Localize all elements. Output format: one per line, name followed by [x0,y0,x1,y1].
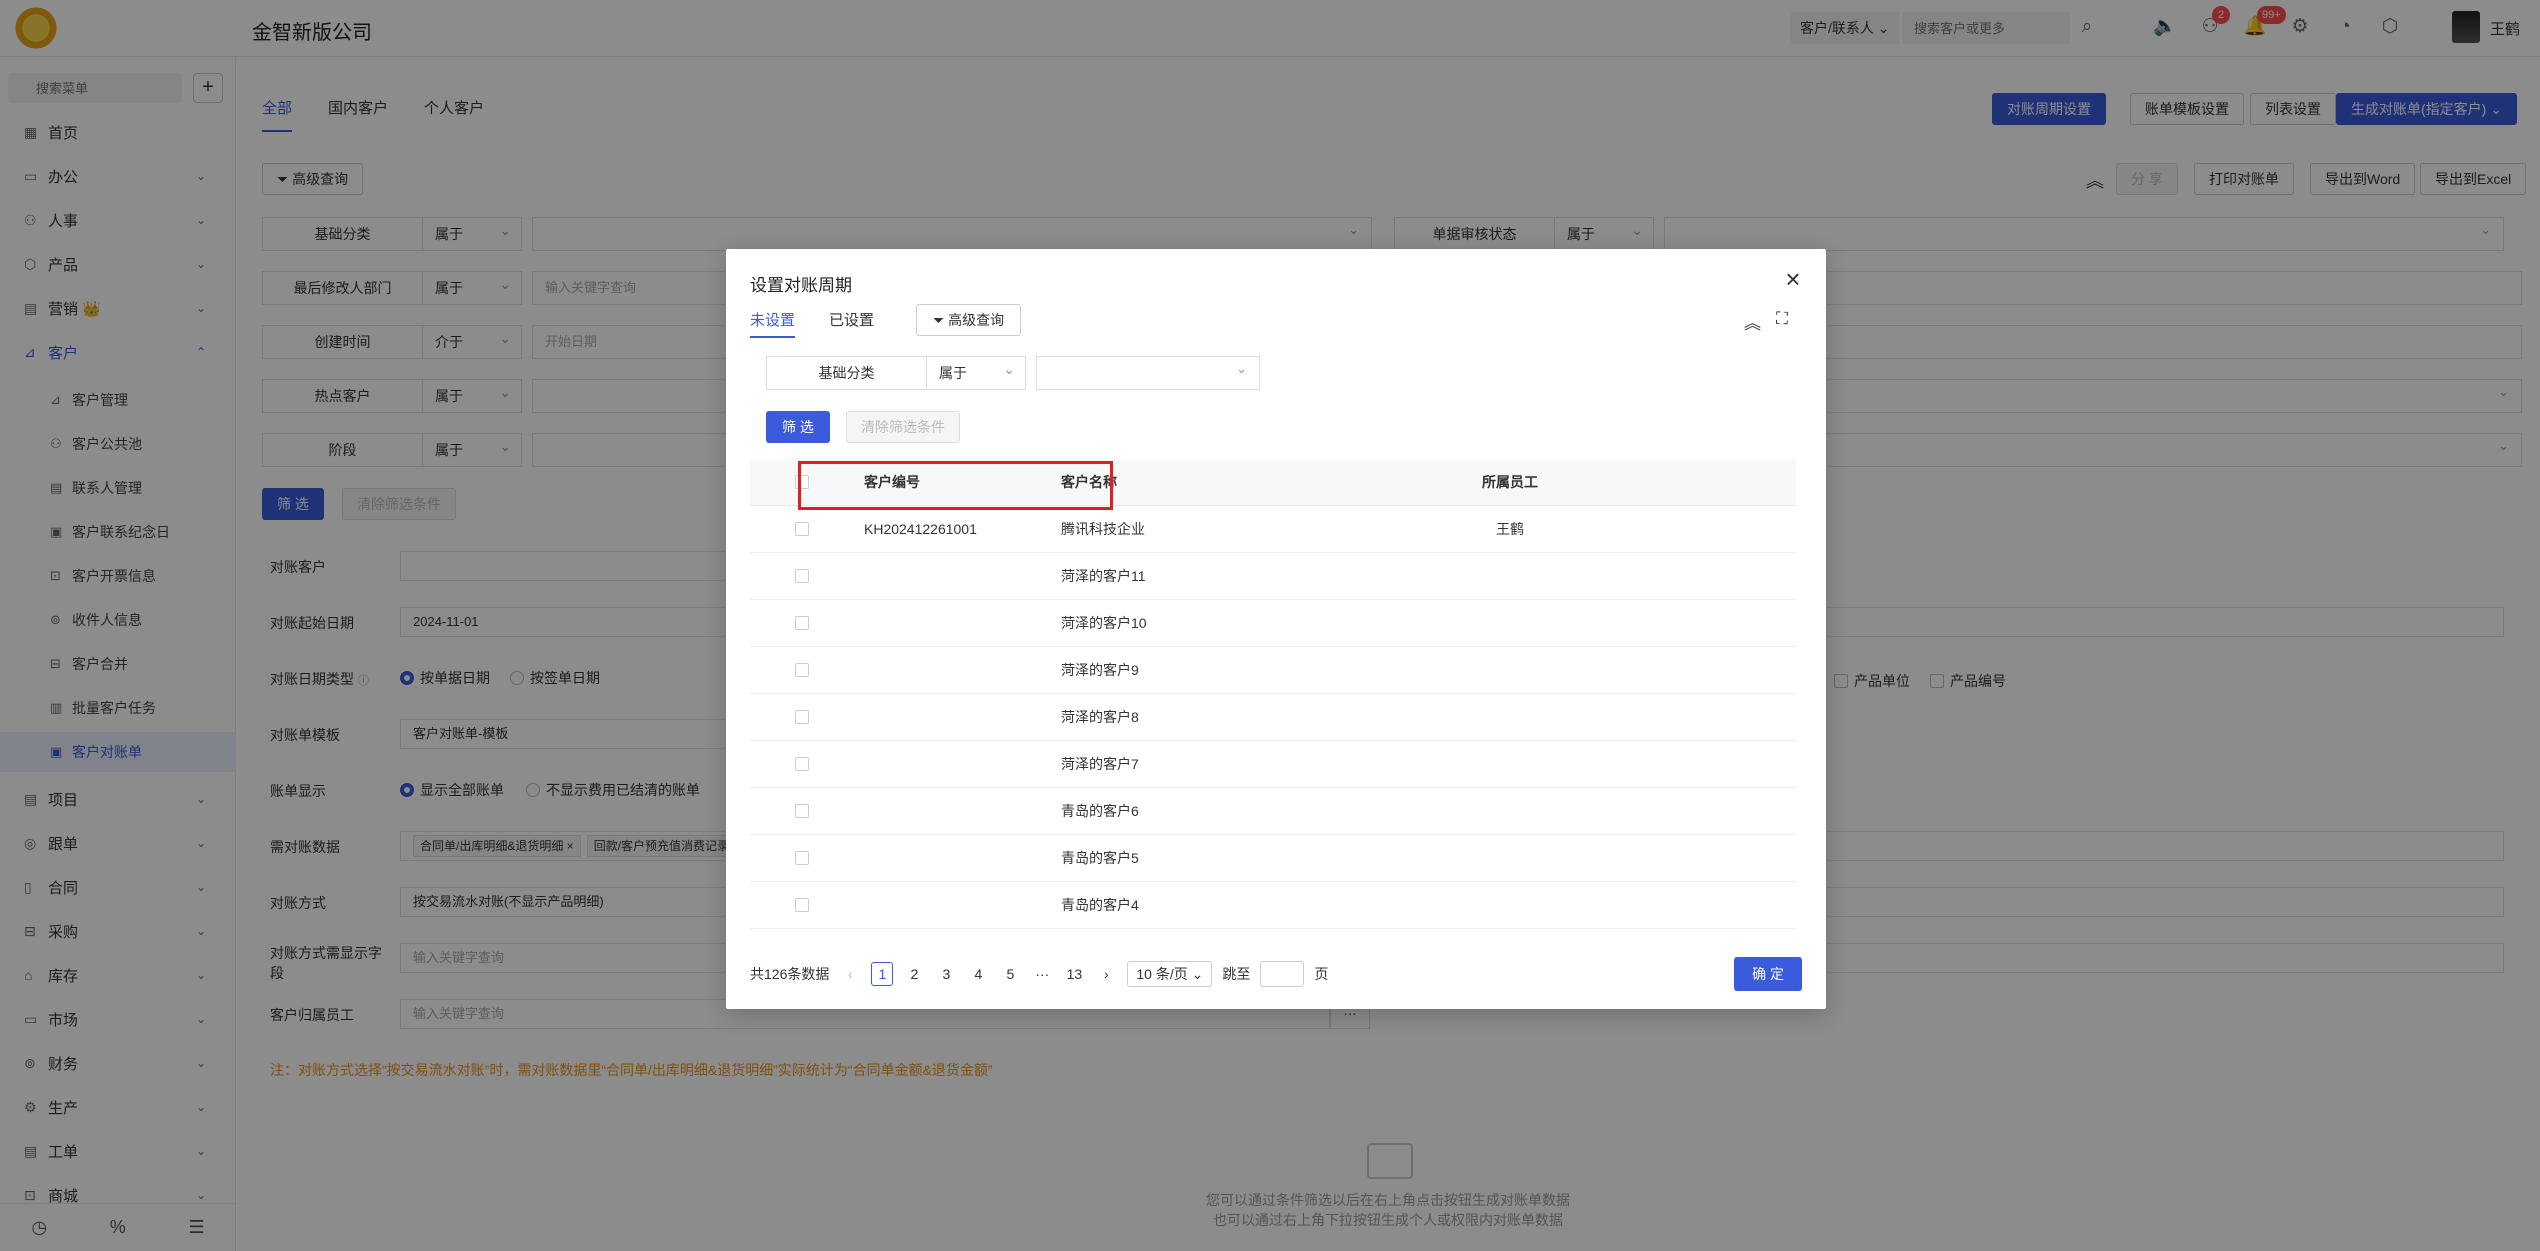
page-size-select[interactable]: 10 条/页 ⌄ [1127,961,1213,987]
cell-name: 菏泽的客户7 [1061,756,1139,772]
modal-advanced-query-button[interactable]: ⏷ 高级查询 [916,304,1022,336]
jump-label: 跳至 [1222,966,1251,982]
app-root: 金智新版公司 客户/联系人 ⌄ ⌕ 🔈 ⚇2 🔔99+ ⚙ ◔ ⬡ 王鹤 ⌕ +… [0,0,2540,1251]
cell-name: 青岛的客户4 [1061,897,1139,913]
table-row[interactable]: 菏泽的客户7 [750,741,1796,788]
cycle-setting-modal: 设置对账周期 × 未设置 已设置 ⏷ 高级查询 ︽ ⛶ 基础分类 属于 筛 选 … [726,249,1826,1009]
cell-name: 菏泽的客户10 [1061,615,1147,631]
total-count: 共126条数据 [750,966,830,982]
cell-name: 菏泽的客户11 [1061,568,1146,584]
filter-icon: ⏷ [933,312,945,328]
modal-tabs: 未设置 已设置 [750,309,874,338]
cell-name: 青岛的客户5 [1061,850,1139,866]
row-checkbox[interactable] [795,898,809,912]
column-header-employee[interactable]: 所属员工 [1230,459,1790,506]
tab-set[interactable]: 已设置 [829,309,874,338]
cell-employee [1230,694,1790,741]
row-checkbox[interactable] [795,804,809,818]
page-ellipsis[interactable]: ··· [1031,962,1053,986]
cell-employee [1230,647,1790,694]
cell-employee [1230,835,1790,882]
customer-table: 客户编号 客户名称 所属员工 KH202412261001 腾讯科技企业 王鹤 … [750,459,1796,937]
table-row[interactable]: 菏泽的客户9 [750,647,1796,694]
cell-name: 菏泽的客户8 [1061,709,1139,725]
cell-name: 菏泽的客户9 [1061,662,1139,678]
prev-page-icon[interactable]: ‹ [839,962,861,986]
page-5[interactable]: 5 [999,962,1021,986]
row-checkbox[interactable] [795,522,809,536]
page-unit-label: 页 [1314,966,1329,982]
row-checkbox[interactable] [795,710,809,724]
cell-name: 青岛的客户6 [1061,803,1139,819]
cell-employee [1230,882,1790,929]
modal-filter-row: 基础分类 属于 [766,353,1260,390]
tab-unset[interactable]: 未设置 [750,309,796,338]
table-row[interactable]: 菏泽的客户10 [750,600,1796,647]
select-all-checkbox[interactable] [795,475,809,489]
column-header-code[interactable]: 客户编号 [864,459,920,506]
page-size-label: 10 条/页 [1136,966,1188,982]
cell-employee [1230,788,1790,835]
page-2[interactable]: 2 [903,962,925,986]
table-row[interactable]: KH202412261001 腾讯科技企业 王鹤 [750,506,1796,553]
cell-employee: 王鹤 [1496,521,1524,537]
cell-employee [1230,553,1790,600]
table-row[interactable]: 青岛的客户4 [750,882,1796,929]
page-13[interactable]: 13 [1063,962,1085,986]
table-row[interactable]: 菏泽的客户11 [750,553,1796,600]
page-3[interactable]: 3 [935,962,957,986]
table-row[interactable]: 青岛的客户6 [750,788,1796,835]
cell-employee [1230,600,1790,647]
page-4[interactable]: 4 [967,962,989,986]
table-row[interactable]: 青岛的客户5 [750,835,1796,882]
cell-name: 腾讯科技企业 [1061,521,1145,537]
filter-label: 基础分类 [766,356,926,390]
column-header-name[interactable]: 客户名称 [1061,459,1117,506]
page-1[interactable]: 1 [871,962,894,986]
row-checkbox[interactable] [795,569,809,583]
close-icon[interactable]: × [1780,266,1806,293]
pagination: 共126条数据 ‹ 1 2 3 4 5 ··· 13 › 10 条/页 ⌄ 跳至… [750,961,1328,987]
filter-value-select[interactable] [1036,353,1260,390]
row-checkbox[interactable] [795,851,809,865]
row-checkbox[interactable] [795,663,809,677]
fullscreen-icon[interactable]: ⛶ [1776,309,1788,329]
collapse-up-icon[interactable]: ︽ [1744,309,1761,334]
modal-clear-filter-button[interactable]: 清除筛选条件 [846,411,960,443]
table-header: 客户编号 客户名称 所属员工 [750,459,1796,506]
advanced-query-label: 高级查询 [948,312,1005,328]
modal-filter-button[interactable]: 筛 选 [766,411,830,443]
row-checkbox[interactable] [795,757,809,771]
table-row[interactable]: 菏泽的客户8 [750,694,1796,741]
cell-code: KH202412261001 [864,521,977,537]
next-page-icon[interactable]: › [1095,962,1117,986]
confirm-button[interactable]: 确 定 [1734,957,1802,991]
jump-page-input[interactable] [1260,961,1305,987]
modal-title: 设置对账周期 [750,276,852,295]
row-checkbox[interactable] [795,616,809,630]
cell-employee [1230,741,1790,788]
filter-operator-select[interactable]: 属于 [926,353,1026,390]
